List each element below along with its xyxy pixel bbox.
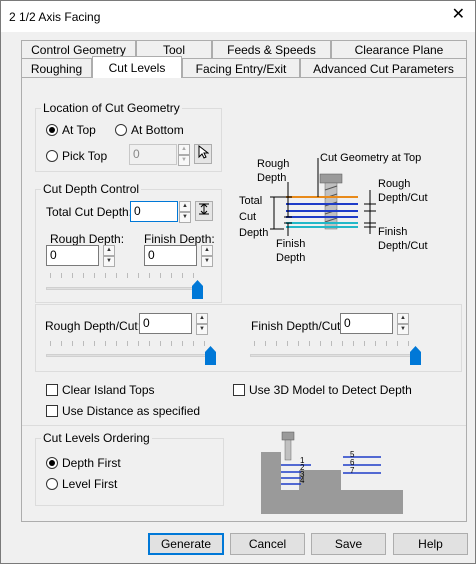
finish-cut-slider-track[interactable] bbox=[250, 354, 420, 357]
cancel-button[interactable]: Cancel bbox=[230, 533, 305, 555]
pick-top-label: Pick Top bbox=[62, 149, 108, 163]
total-cut-depth-input[interactable]: 0 bbox=[130, 201, 178, 222]
spin-up-icon[interactable]: ▲ bbox=[196, 313, 208, 324]
level-5-label: 5 bbox=[350, 450, 355, 459]
spin-down-icon[interactable]: ▼ bbox=[196, 324, 208, 335]
use-distance-checkbox[interactable] bbox=[46, 405, 58, 417]
generate-button[interactable]: Generate bbox=[148, 533, 224, 555]
at-bottom-label: At Bottom bbox=[131, 123, 184, 137]
at-bottom-radio[interactable] bbox=[115, 124, 127, 136]
finish-depth-cut-input[interactable]: 0 bbox=[340, 313, 393, 334]
clear-island-tops-checkbox[interactable] bbox=[46, 384, 58, 396]
finish-depth-input[interactable]: 0 bbox=[144, 245, 197, 266]
finish-depth-cut-spinner[interactable]: ▲ ▼ bbox=[397, 313, 409, 335]
diagram-cut-geometry-label: Cut Geometry at Top bbox=[320, 152, 422, 164]
diagram-rough-depth-cut-label: Rough Depth/Cut bbox=[378, 178, 428, 204]
at-top-label: At Top bbox=[62, 123, 96, 137]
spin-up-icon[interactable]: ▲ bbox=[201, 245, 213, 256]
rough-cut-slider-thumb[interactable] bbox=[205, 346, 216, 365]
spin-down-icon[interactable]: ▼ bbox=[397, 324, 409, 335]
cut-depth-group-title: Cut Depth Control bbox=[41, 182, 142, 196]
pick-top-spinner[interactable]: ▲ ▼ bbox=[178, 144, 190, 166]
finish-depth-label: Finish Depth: bbox=[144, 232, 215, 246]
depth-first-radio[interactable] bbox=[46, 457, 58, 469]
spin-up-icon[interactable]: ▲ bbox=[179, 201, 191, 212]
ordering-group bbox=[35, 438, 224, 506]
finish-depth-spinner[interactable]: ▲ ▼ bbox=[201, 245, 213, 267]
depth-slider-track[interactable] bbox=[46, 287, 202, 290]
diagram-total-cut-depth-label: Total Cut Depth bbox=[239, 195, 269, 239]
clear-island-tops-label: Clear Island Tops bbox=[62, 383, 155, 397]
diagram-rough-depth-label: Rough Depth bbox=[257, 158, 290, 184]
finish-cut-slider-ticks bbox=[254, 341, 419, 346]
use-3d-model-checkbox[interactable] bbox=[233, 384, 245, 396]
rough-depth-cut-spinner[interactable]: ▲ ▼ bbox=[196, 313, 208, 335]
level-first-radio[interactable] bbox=[46, 478, 58, 490]
total-cut-depth-spinner[interactable]: ▲ ▼ bbox=[179, 201, 191, 223]
finish-depth-cut-label: Finish Depth/Cut: bbox=[251, 319, 344, 333]
ordering-group-title: Cut Levels Ordering bbox=[41, 431, 152, 445]
rough-cut-slider-track[interactable] bbox=[46, 354, 216, 357]
level-6-label: 6 bbox=[350, 458, 355, 467]
spin-down-icon[interactable]: ▼ bbox=[178, 155, 190, 166]
spin-up-icon[interactable]: ▲ bbox=[103, 245, 115, 256]
ordering-diagram bbox=[261, 431, 403, 514]
rough-depth-label: Rough Depth: bbox=[50, 232, 125, 246]
rough-depth-cut-input[interactable]: 0 bbox=[139, 313, 192, 334]
depth-slider-ticks bbox=[50, 273, 200, 278]
finish-cut-slider-thumb[interactable] bbox=[410, 346, 421, 365]
pick-top-input[interactable]: 0 bbox=[129, 144, 177, 165]
level-first-label: Level First bbox=[62, 477, 118, 491]
location-group-title: Location of Cut Geometry bbox=[41, 101, 182, 115]
save-button[interactable]: Save bbox=[311, 533, 386, 555]
use-distance-label: Use Distance as specified bbox=[62, 404, 201, 418]
ordering-divider bbox=[22, 425, 466, 426]
depth-slider-thumb[interactable] bbox=[192, 280, 203, 299]
pick-depth-button[interactable] bbox=[195, 201, 213, 221]
diagram-finish-depth-label: Finish Depth bbox=[276, 238, 306, 264]
depth-pick-icon bbox=[199, 203, 209, 215]
spin-down-icon[interactable]: ▼ bbox=[103, 256, 115, 267]
level-7-label: 7 bbox=[350, 466, 355, 475]
level-4-label: 4 bbox=[300, 476, 305, 485]
pick-cursor-button[interactable] bbox=[194, 144, 212, 164]
use-3d-model-label: Use 3D Model to Detect Depth bbox=[249, 383, 412, 397]
rough-depth-input[interactable]: 0 bbox=[46, 245, 99, 266]
spin-up-icon[interactable]: ▲ bbox=[178, 144, 190, 155]
pick-top-radio[interactable] bbox=[46, 150, 58, 162]
rough-depth-cut-label: Rough Depth/Cut: bbox=[45, 319, 142, 333]
spin-up-icon[interactable]: ▲ bbox=[397, 313, 409, 324]
rough-cut-slider-ticks bbox=[50, 341, 215, 346]
help-button[interactable]: Help bbox=[393, 533, 468, 555]
diagram-finish-depth-cut-label: Finish Depth/Cut bbox=[378, 226, 428, 252]
cursor-arrow-icon bbox=[198, 144, 210, 159]
spin-down-icon[interactable]: ▼ bbox=[179, 212, 191, 223]
depth-first-label: Depth First bbox=[62, 456, 121, 470]
rough-depth-spinner[interactable]: ▲ ▼ bbox=[103, 245, 115, 267]
spin-down-icon[interactable]: ▼ bbox=[201, 256, 213, 267]
at-top-radio[interactable] bbox=[46, 124, 58, 136]
total-cut-depth-label: Total Cut Depth: bbox=[46, 205, 133, 219]
